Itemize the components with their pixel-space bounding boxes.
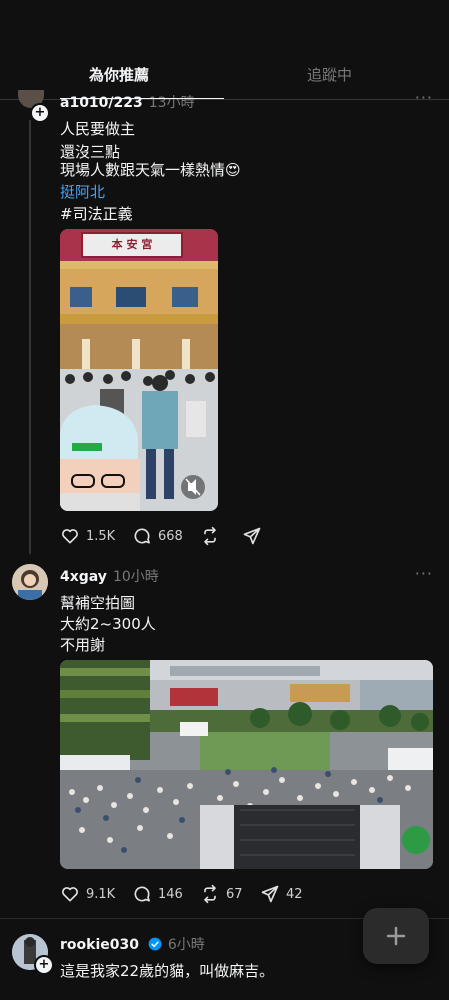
comment-count: 146 [158,886,183,902]
verified-badge-icon [148,937,162,951]
repost-button[interactable] [200,525,220,547]
plus-icon [386,926,406,946]
like-count: 1.5K [86,528,116,544]
post-time: 6小時 [167,937,205,953]
aerial-crowd-photo [60,660,433,869]
tab-for-you[interactable]: 為你推薦 [89,64,149,85]
like-button[interactable]: 1.5K [60,525,115,547]
compose-button[interactable] [363,908,429,964]
comment-count: 668 [158,528,183,544]
send-icon [261,885,279,903]
header-mask [0,0,449,90]
comment-icon [134,886,150,902]
temple-sign-text: 本 安 宮 [111,238,153,251]
more-options-icon[interactable]: ··· [415,88,433,107]
share-button[interactable]: 42 [260,883,303,905]
post-username[interactable]: rookie030 6小時 [60,934,205,954]
post-text-line: 這是我家22歲的貓，叫做麻吉。 [60,962,275,980]
like-button[interactable]: 9.1K [60,883,115,905]
post-username[interactable]: 4xgay 10小時 [60,566,159,586]
user-avatar-image [12,564,48,600]
heart-icon [62,529,78,544]
post-photo[interactable] [60,660,433,869]
post-hashtag[interactable]: #司法正義 [60,203,133,224]
repost-icon [204,526,216,546]
comment-icon [134,528,150,544]
heart-icon [62,887,78,902]
post-text-line: 大約2~300人 [60,615,156,633]
thread-line [29,120,31,554]
active-tab-indicator [60,98,224,99]
post-text-line: 現場人數跟天氣一樣熱情😍 [60,161,241,179]
post-photo[interactable]: 本 安 宮 [60,229,218,511]
post-actions: 1.5K 668 [60,525,360,547]
comment-button[interactable]: 668 [132,525,183,547]
post-username[interactable]: a1010/223 13小時 [60,92,195,112]
post-text-line: 不用謝 [60,636,106,654]
post-actions: 9.1K 146 67 42 [60,883,360,905]
post-link[interactable]: 挺阿北 [60,181,105,202]
post-text-line: 幫補空拍圖 [60,594,136,612]
follow-plus-icon[interactable]: + [30,103,50,123]
temple-crowd-photo [60,229,218,511]
repost-button[interactable]: 67 [200,883,243,905]
send-icon [243,527,261,545]
more-options-icon[interactable]: ··· [415,564,433,583]
post-time: 10小時 [112,569,159,585]
tab-following[interactable]: 追蹤中 [307,64,352,85]
comment-button[interactable]: 146 [132,883,183,905]
share-button[interactable] [242,525,262,547]
like-count: 9.1K [86,886,116,902]
repost-count: 67 [226,886,243,902]
post-text-line: 人民要做主 [60,120,136,138]
follow-plus-icon[interactable]: + [34,955,54,975]
repost-icon [204,884,216,904]
share-count: 42 [286,886,303,902]
avatar[interactable] [12,564,48,600]
